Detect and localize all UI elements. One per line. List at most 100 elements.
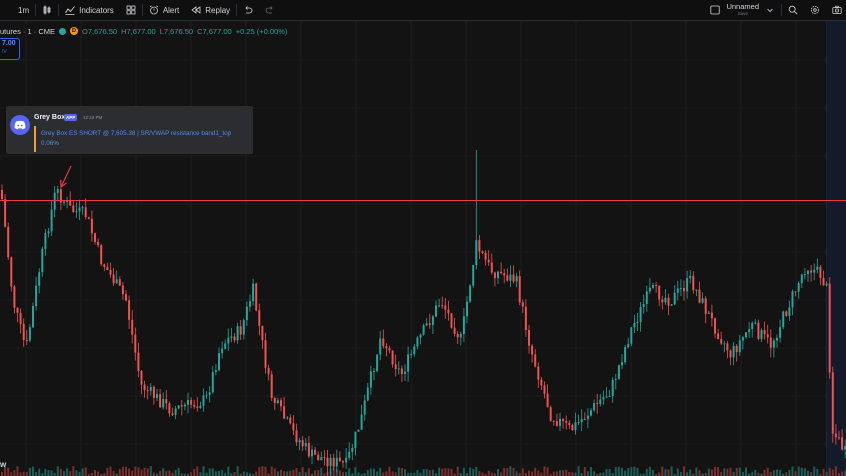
candle-body bbox=[729, 350, 732, 358]
candle-body bbox=[159, 394, 162, 408]
volume-bar bbox=[652, 469, 654, 476]
volume-bar bbox=[683, 466, 685, 476]
candle-body bbox=[577, 422, 580, 424]
candle-body bbox=[366, 387, 369, 401]
candle-body bbox=[490, 262, 493, 273]
volume-bar bbox=[348, 468, 351, 476]
volume-bar bbox=[218, 470, 220, 476]
volume-bar bbox=[590, 467, 592, 476]
volume-bar bbox=[190, 472, 193, 476]
candle-body bbox=[456, 333, 459, 338]
volume-bar bbox=[56, 466, 59, 476]
candle-body bbox=[44, 233, 47, 249]
candle-body bbox=[63, 201, 65, 203]
symbol-title[interactable]: utures · 1 · CME bbox=[0, 27, 55, 36]
volume-bar bbox=[633, 466, 636, 476]
candle-body bbox=[617, 365, 620, 379]
candle-body bbox=[444, 305, 447, 310]
candle-body bbox=[478, 240, 481, 252]
candle-body bbox=[94, 233, 96, 242]
volume-bar bbox=[72, 466, 75, 476]
candle-body bbox=[140, 370, 143, 385]
candle-body bbox=[540, 379, 543, 386]
volume-bar bbox=[686, 472, 689, 476]
volume-bar bbox=[66, 468, 69, 476]
candle-body bbox=[121, 285, 124, 295]
candle-body bbox=[819, 266, 822, 279]
candle-body bbox=[106, 267, 109, 270]
candle-body bbox=[267, 367, 270, 375]
volume-bar bbox=[444, 468, 447, 476]
candle-body bbox=[810, 270, 813, 273]
candle-body bbox=[512, 274, 515, 282]
candle-body bbox=[227, 337, 230, 344]
candle-body bbox=[258, 310, 261, 326]
candle-body bbox=[636, 321, 639, 323]
candle-body bbox=[754, 322, 757, 324]
candle-body bbox=[760, 330, 763, 340]
volume-bar bbox=[382, 472, 385, 476]
volume-bar bbox=[512, 467, 515, 476]
candles bbox=[1, 150, 846, 476]
candle-body bbox=[701, 298, 704, 303]
candle-body bbox=[766, 334, 769, 338]
volume-bar bbox=[131, 470, 134, 476]
volume-bar bbox=[807, 470, 809, 476]
volume-bar bbox=[19, 472, 22, 476]
candle-body bbox=[720, 339, 723, 344]
volume-bar bbox=[732, 471, 735, 476]
candle-body bbox=[841, 437, 844, 450]
volume-bar bbox=[679, 471, 682, 476]
candle-body bbox=[735, 346, 738, 353]
volume-bar bbox=[32, 466, 34, 476]
volume-bar bbox=[369, 468, 372, 476]
candle-body bbox=[543, 385, 546, 394]
price-box-label: IV bbox=[2, 49, 7, 55]
candlestick-chart[interactable] bbox=[0, 0, 846, 476]
candle-body bbox=[803, 274, 806, 276]
candle-body bbox=[503, 273, 506, 276]
candle-body bbox=[661, 299, 664, 303]
candle-body bbox=[270, 374, 273, 399]
volume-bar bbox=[729, 467, 732, 476]
candle-body bbox=[779, 327, 782, 338]
volume-bar bbox=[667, 469, 670, 476]
volume-bar bbox=[438, 467, 441, 476]
candle-body bbox=[10, 257, 13, 287]
volume-bar bbox=[661, 466, 664, 476]
volume-bar bbox=[741, 472, 744, 476]
candle-body bbox=[435, 305, 437, 317]
volume-bar bbox=[295, 468, 298, 476]
candle-body bbox=[788, 307, 791, 316]
candle-body bbox=[211, 371, 214, 393]
volume-bar bbox=[698, 470, 701, 476]
volume-bar bbox=[428, 469, 431, 476]
candle-body bbox=[233, 336, 236, 341]
candle-body bbox=[199, 405, 202, 408]
volume-bar bbox=[785, 472, 788, 476]
candle-body bbox=[118, 279, 121, 286]
candle-body bbox=[218, 353, 220, 371]
ohlc-close: C7,677.00 bbox=[197, 26, 232, 36]
volume-bar bbox=[366, 470, 369, 476]
candle-body bbox=[407, 354, 410, 372]
quote-bar bbox=[34, 126, 36, 152]
volume-bar bbox=[562, 470, 565, 476]
candle-body bbox=[692, 275, 695, 291]
volume-bar bbox=[10, 472, 13, 476]
candle-body bbox=[807, 270, 809, 275]
candle-body bbox=[645, 291, 648, 305]
volume-bars bbox=[1, 466, 846, 476]
candle-body bbox=[707, 312, 710, 314]
candle-body bbox=[276, 400, 279, 403]
candle-body bbox=[382, 338, 385, 347]
candle-body bbox=[565, 420, 568, 423]
volume-bar bbox=[478, 471, 481, 476]
volume-bar bbox=[537, 470, 540, 476]
price-label-box[interactable]: 7.00 IV bbox=[0, 38, 20, 60]
candle-body bbox=[776, 337, 778, 341]
volume-bar bbox=[834, 466, 837, 476]
ohlc-high: H7,677.00 bbox=[121, 26, 156, 36]
candle-body bbox=[289, 417, 292, 424]
candle-body bbox=[35, 285, 38, 306]
